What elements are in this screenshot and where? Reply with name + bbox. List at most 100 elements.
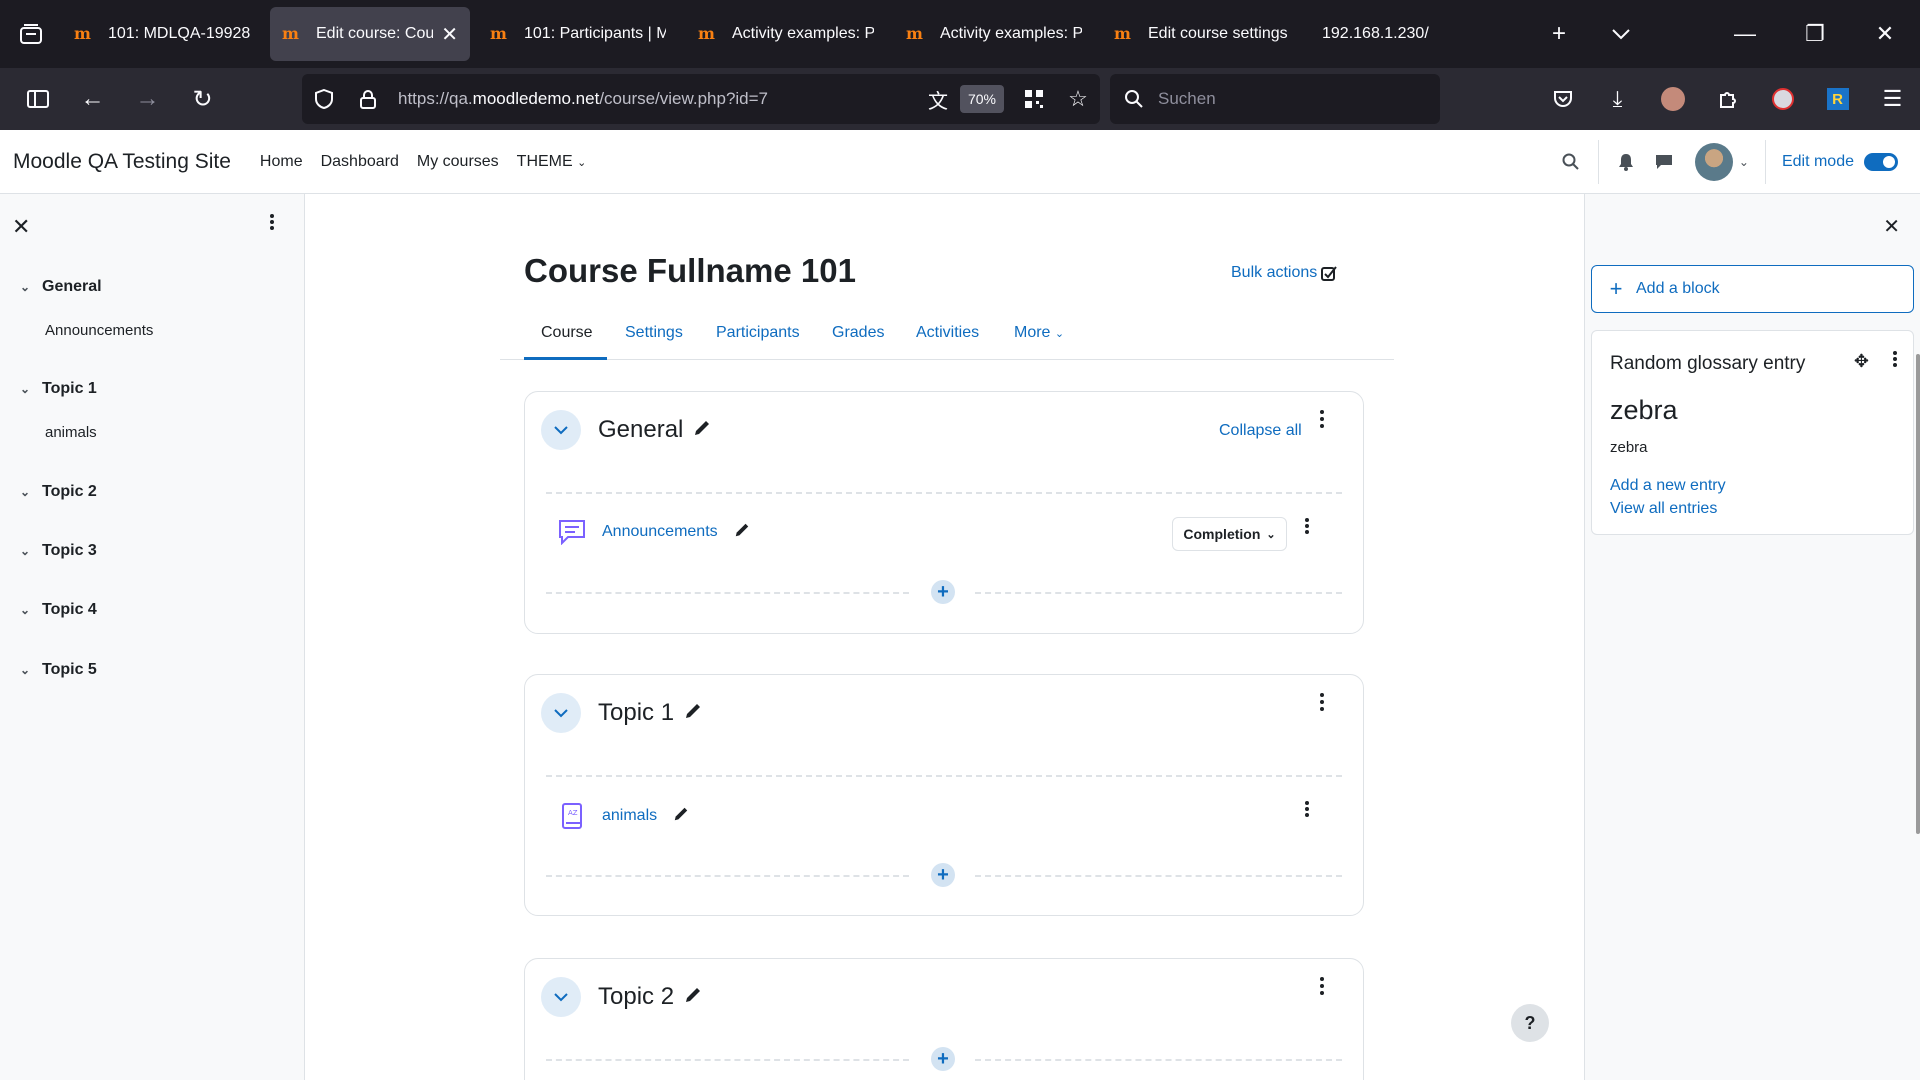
move-icon[interactable]: ✥: [1854, 351, 1869, 372]
add-block-button[interactable]: + Add a block: [1591, 265, 1914, 313]
activity-link[interactable]: Announcements: [602, 523, 718, 541]
back-icon[interactable]: ←: [65, 68, 120, 130]
browser-tab[interactable]: 192.168.1.230/: [1310, 7, 1510, 61]
tab-grades[interactable]: Grades: [832, 324, 884, 342]
downloads-icon[interactable]: ⤓: [1590, 68, 1645, 130]
nav-dashboard[interactable]: Dashboard: [321, 153, 399, 171]
notifications-bell-icon[interactable]: [1607, 153, 1645, 171]
kebab-menu-icon[interactable]: [1305, 801, 1309, 822]
pocket-icon[interactable]: [1535, 68, 1590, 130]
messages-icon[interactable]: [1645, 154, 1683, 170]
tab-more[interactable]: More ⌄: [1014, 324, 1064, 342]
user-avatar[interactable]: [1694, 143, 1733, 181]
nav-my-courses[interactable]: My courses: [417, 153, 499, 171]
kebab-menu-icon[interactable]: [1305, 518, 1309, 539]
chevron-down-icon[interactable]: [541, 693, 581, 733]
chevron-down-icon[interactable]: ⌄: [20, 382, 42, 396]
add-activity-button[interactable]: +: [931, 580, 955, 604]
new-tab-icon[interactable]: +: [1528, 0, 1590, 68]
collapse-all-link[interactable]: Collapse all: [1219, 422, 1302, 440]
help-button[interactable]: ?: [1511, 1004, 1549, 1042]
index-section-topic-3[interactable]: ⌄ Topic 3: [20, 542, 97, 560]
search-icon[interactable]: [1552, 153, 1590, 171]
menu-hamburger-icon[interactable]: ☰: [1865, 68, 1920, 130]
completion-dropdown[interactable]: Completion ⌄: [1172, 517, 1287, 551]
browser-tab[interactable]: m Edit course settings |: [1102, 7, 1302, 61]
activity-link[interactable]: animals: [602, 807, 657, 825]
kebab-menu-icon[interactable]: [1320, 977, 1324, 1000]
tab-activities[interactable]: Activities: [916, 324, 979, 342]
index-section-general[interactable]: ⌄ General: [20, 278, 102, 296]
sidebar-toggle-icon[interactable]: [10, 68, 65, 130]
view-all-entries-link[interactable]: View all entries: [1610, 500, 1717, 518]
edit-mode-toggle[interactable]: [1864, 153, 1898, 171]
account-avatar-icon[interactable]: [1645, 68, 1700, 130]
edit-pencil-icon[interactable]: [673, 806, 689, 827]
kebab-menu-icon[interactable]: [1320, 693, 1324, 716]
close-drawer-icon[interactable]: ✕: [1883, 214, 1900, 239]
edit-pencil-icon[interactable]: [734, 522, 750, 543]
minimize-icon[interactable]: —: [1710, 0, 1780, 68]
index-item-announcements[interactable]: Announcements: [45, 322, 153, 339]
tab-course[interactable]: Course: [541, 324, 593, 342]
nav-home[interactable]: Home: [260, 153, 303, 171]
reload-icon[interactable]: ↻: [175, 68, 230, 130]
restore-icon[interactable]: ❐: [1780, 0, 1850, 68]
chevron-down-icon[interactable]: [541, 977, 581, 1017]
site-name[interactable]: Moodle QA Testing Site: [13, 150, 231, 174]
kebab-menu-icon[interactable]: [1320, 410, 1324, 433]
page-scrollbar[interactable]: [1916, 354, 1920, 834]
chevron-down-icon[interactable]: ⌄: [20, 485, 42, 499]
nav-theme[interactable]: THEME ⌄: [517, 153, 587, 171]
lock-icon[interactable]: [346, 74, 390, 124]
browser-tab-active[interactable]: m Edit course: Cours ✕: [270, 7, 470, 61]
chevron-down-icon[interactable]: ⌄: [20, 663, 42, 677]
shield-icon[interactable]: [302, 74, 346, 124]
add-block-label: Add a block: [1636, 280, 1720, 297]
url-bar[interactable]: https://qa.moodledemo.net/course/view.ph…: [302, 74, 1100, 124]
chevron-down-icon[interactable]: ⌄: [1739, 155, 1749, 169]
edit-pencil-icon[interactable]: [693, 416, 711, 444]
edit-pencil-icon[interactable]: [684, 699, 702, 727]
qr-code-icon[interactable]: [1012, 74, 1056, 124]
index-section-topic-2[interactable]: ⌄ Topic 2: [20, 483, 97, 501]
browser-tab[interactable]: m Activity examples: Pa: [686, 7, 886, 61]
chevron-down-icon[interactable]: ⌄: [20, 544, 42, 558]
close-drawer-icon[interactable]: ✕: [12, 214, 30, 240]
url-text[interactable]: https://qa.moodledemo.net/course/view.ph…: [398, 89, 916, 109]
extension-r-icon[interactable]: R: [1810, 68, 1865, 130]
forward-icon[interactable]: →: [120, 68, 175, 130]
kebab-menu-icon[interactable]: [270, 214, 274, 235]
tab-participants[interactable]: Participants: [716, 324, 800, 342]
zoom-level-badge[interactable]: 70%: [959, 85, 1004, 113]
add-new-entry-link[interactable]: Add a new entry: [1610, 477, 1726, 495]
browser-search-input[interactable]: Suchen: [1110, 74, 1440, 124]
extension-badge-icon[interactable]: [1755, 68, 1810, 130]
moodle-favicon-icon: m: [906, 24, 923, 43]
bookmark-star-icon[interactable]: ☆: [1056, 74, 1100, 124]
browser-tab[interactable]: m Activity examples: Pe: [894, 7, 1094, 61]
close-tab-icon[interactable]: ✕: [441, 22, 458, 47]
kebab-menu-icon[interactable]: [1893, 351, 1897, 372]
section-name: Topic 2: [598, 983, 675, 1010]
index-item-animals[interactable]: animals: [45, 424, 97, 441]
edit-pencil-icon[interactable]: [684, 983, 702, 1011]
index-section-topic-4[interactable]: ⌄ Topic 4: [20, 601, 97, 619]
add-activity-button[interactable]: +: [931, 1047, 955, 1071]
close-window-icon[interactable]: ✕: [1850, 0, 1920, 68]
browser-tab[interactable]: m 101: Participants | Mo: [478, 7, 678, 61]
tab-overview-icon[interactable]: [0, 0, 62, 68]
chevron-down-icon[interactable]: [541, 410, 581, 450]
chevron-down-icon[interactable]: ⌄: [20, 280, 42, 294]
extensions-icon[interactable]: [1700, 68, 1755, 130]
index-section-topic-5[interactable]: ⌄ Topic 5: [20, 661, 97, 679]
list-tabs-icon[interactable]: [1590, 0, 1652, 68]
bulk-actions-button[interactable]: Bulk actions: [1231, 264, 1338, 282]
index-section-topic-1[interactable]: ⌄ Topic 1: [20, 380, 97, 398]
browser-tab[interactable]: m 101: MDLQA-19928 c: [62, 7, 262, 61]
tab-settings[interactable]: Settings: [625, 324, 683, 342]
add-activity-button[interactable]: +: [931, 863, 955, 887]
browser-tab-bar: m 101: MDLQA-19928 c m Edit course: Cours ✕…: [0, 0, 1920, 68]
chevron-down-icon[interactable]: ⌄: [20, 603, 42, 617]
translate-icon[interactable]: 文: [916, 74, 960, 124]
